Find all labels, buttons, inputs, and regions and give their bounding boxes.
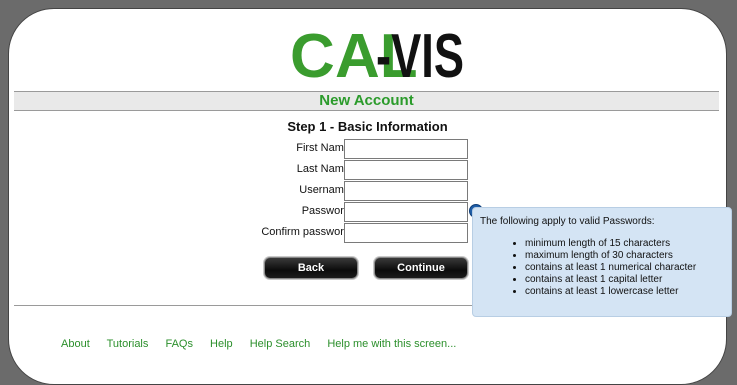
- password-rule-item: contains at least 1 numerical character: [525, 262, 696, 274]
- confirm-password-label: Confirm password: [261, 226, 350, 238]
- footer-link-about[interactable]: About: [61, 338, 90, 350]
- last-name-input[interactable]: [344, 160, 468, 180]
- logo-vis: -VIS: [376, 22, 464, 87]
- continue-button[interactable]: Continue: [374, 257, 468, 279]
- app-window: C AL -VIS New Account Step 1 - Basic Inf…: [8, 8, 727, 385]
- password-label: Password: [301, 205, 350, 217]
- username-row: Username: [9, 181, 726, 201]
- confirm-password-input[interactable]: [344, 223, 468, 243]
- calvis-logo-graphic: C AL -VIS: [290, 22, 464, 87]
- calvis-logo: C AL -VIS: [288, 19, 466, 87]
- password-rules-list: minimum length of 15 characters maximum …: [493, 238, 696, 298]
- username-label: Username: [299, 184, 350, 196]
- first-name-row: First Name: [9, 139, 726, 159]
- step-title: Step 1 - Basic Information: [287, 119, 448, 134]
- password-rule-item: contains at least 1 lowercase letter: [525, 286, 696, 298]
- page-title: New Account: [14, 91, 719, 111]
- password-rule-item: contains at least 1 capital letter: [525, 274, 696, 286]
- footer-link-faqs[interactable]: FAQs: [165, 338, 193, 350]
- last-name-row: Last Name: [9, 160, 726, 180]
- footer-link-help[interactable]: Help: [210, 338, 233, 350]
- password-input[interactable]: [344, 202, 468, 222]
- password-rules-tooltip: The following apply to valid Passwords: …: [472, 207, 732, 317]
- tooltip-intro: The following apply to valid Passwords:: [480, 216, 655, 227]
- password-rule-item: maximum length of 30 characters: [525, 250, 696, 262]
- footer-link-help-search[interactable]: Help Search: [250, 338, 311, 350]
- footer-link-help-screen[interactable]: Help me with this screen...: [327, 338, 456, 350]
- footer-links: About Tutorials FAQs Help Help Search He…: [61, 338, 470, 350]
- password-rule-item: minimum length of 15 characters: [525, 238, 696, 250]
- first-name-input[interactable]: [344, 139, 468, 159]
- back-button[interactable]: Back: [264, 257, 358, 279]
- footer-link-tutorials[interactable]: Tutorials: [107, 338, 149, 350]
- username-input[interactable]: [344, 181, 468, 201]
- first-name-label: First Name: [296, 142, 350, 154]
- last-name-label: Last Name: [296, 163, 350, 175]
- logo-c: C: [290, 22, 335, 87]
